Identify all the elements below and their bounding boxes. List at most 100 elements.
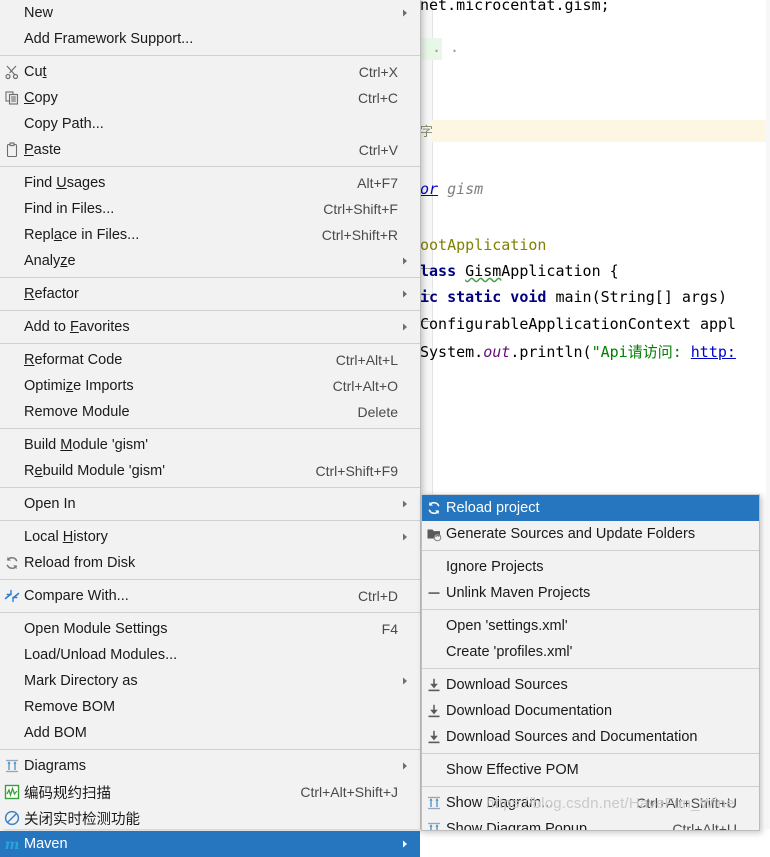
menu-item-open-settings-xml[interactable]: Open 'settings.xml' <box>422 613 759 639</box>
menu-item-shortcut: Ctrl+C <box>357 90 398 106</box>
menu-item-local-history[interactable]: Local History <box>0 524 420 550</box>
icon-placeholder <box>0 432 24 458</box>
menu-item-shortcut: F4 <box>381 621 398 637</box>
icon-placeholder <box>0 281 24 307</box>
menu-item-maven[interactable]: m Maven <box>0 831 420 857</box>
menu-item-add-bom[interactable]: Add BOM <box>0 720 420 746</box>
icon-placeholder <box>0 399 24 425</box>
menu-item-show-diagram[interactable]: Show Diagram... Ctrl+Alt+Shift+U <box>422 790 759 816</box>
code-line-annotation: ootApplication <box>420 236 547 254</box>
menu-item-reformat-code[interactable]: Reformat Code Ctrl+Alt+L <box>0 347 420 373</box>
menu-separator <box>0 749 420 750</box>
menu-item-copy-path[interactable]: Copy Path... <box>0 111 420 137</box>
menu-item-load-unload-modules[interactable]: Load/Unload Modules... <box>0 642 420 668</box>
maven-icon: m <box>0 831 24 857</box>
menu-item-unlink-maven-projects[interactable]: Unlink Maven Projects <box>422 580 759 606</box>
menu-item-label: Show Diagram Popup... <box>446 821 600 831</box>
project-context-menu: New Add Framework Support... Cut Ctrl+X Co… <box>0 0 421 857</box>
menu-item-rebuild-module-gism[interactable]: Rebuild Module 'gism' Ctrl+Shift+F9 <box>0 458 420 484</box>
menu-separator <box>422 668 759 669</box>
menu-separator <box>0 612 420 613</box>
icon-placeholder <box>0 314 24 340</box>
icon-placeholder <box>0 694 24 720</box>
menu-separator <box>422 550 759 551</box>
menu-item-show-effective-pom[interactable]: Show Effective POM <box>422 757 759 783</box>
menu-item-label: Analyze <box>24 253 76 269</box>
menu-item-create-profiles-xml[interactable]: Create 'profiles.xml' <box>422 639 759 665</box>
wave-icon <box>0 779 24 805</box>
menu-item-remove-module[interactable]: Remove Module Delete <box>0 399 420 425</box>
menu-item-label: Maven <box>24 836 68 852</box>
menu-item-label: Open 'settings.xml' <box>446 618 568 634</box>
menu-item-generate-sources-update-folders[interactable]: Generate Sources and Update Folders <box>422 521 759 547</box>
download-icon <box>422 698 446 724</box>
diagram-icon <box>0 753 24 779</box>
chevron-right-icon <box>398 839 412 849</box>
menu-item-shortcut: Ctrl+V <box>358 142 398 158</box>
menu-item-build-module-gism[interactable]: Build Module 'gism' <box>0 432 420 458</box>
menu-item-analyze[interactable]: Analyze <box>0 248 420 274</box>
menu-item-shortcut: Ctrl+Alt+L <box>335 352 398 368</box>
icon-placeholder <box>422 554 446 580</box>
menu-item-diagrams[interactable]: Diagrams <box>0 753 420 779</box>
menu-separator <box>422 609 759 610</box>
menu-item-label: Compare With... <box>24 588 129 604</box>
menu-item-download-sources[interactable]: Download Sources <box>422 672 759 698</box>
menu-item-cut[interactable]: Cut Ctrl+X <box>0 59 420 85</box>
menu-item-compare-with[interactable]: Compare With... Ctrl+D <box>0 583 420 609</box>
menu-item-find-usages[interactable]: Find Usages Alt+F7 <box>0 170 420 196</box>
menu-item-copy[interactable]: Copy Ctrl+C <box>0 85 420 111</box>
menu-item-reload-from-disk[interactable]: Reload from Disk <box>0 550 420 576</box>
code-line-package: net.microcentat.gism; <box>420 0 610 14</box>
menu-item-find-in-files[interactable]: Find in Files... Ctrl+Shift+F <box>0 196 420 222</box>
menu-item-label: Open Module Settings <box>24 621 168 637</box>
menu-item-label: Remove Module <box>24 404 130 420</box>
menu-item-label: Show Diagram... <box>446 795 554 811</box>
menu-item-label: Download Sources and Documentation <box>446 729 698 745</box>
menu-item-remove-bom[interactable]: Remove BOM <box>0 694 420 720</box>
icon-placeholder <box>422 639 446 665</box>
code-line-dots: . . <box>432 38 460 56</box>
menu-separator <box>0 310 420 311</box>
menu-item-open-in[interactable]: Open In <box>0 491 420 517</box>
menu-item-new[interactable]: New <box>0 0 420 26</box>
menu-item-ignore-projects[interactable]: Ignore Projects <box>422 554 759 580</box>
menu-item-download-documentation[interactable]: Download Documentation <box>422 698 759 724</box>
menu-item-label: Reload from Disk <box>24 555 136 571</box>
code-line-cn-char: 字 <box>420 125 434 140</box>
download-icon <box>422 672 446 698</box>
menu-item-download-sources-and-docs[interactable]: Download Sources and Documentation <box>422 724 759 750</box>
menu-item-optimize-imports[interactable]: Optimize Imports Ctrl+Alt+O <box>0 373 420 399</box>
menu-item-refactor[interactable]: Refactor <box>0 281 420 307</box>
menu-item-add-to-favorites[interactable]: Add to Favorites <box>0 314 420 340</box>
code-line-println: System.out.println("Api请访问: http: <box>420 343 736 361</box>
menu-item-shortcut: Ctrl+Alt+U <box>672 821 737 831</box>
menu-item-reload-project[interactable]: Reload project <box>422 495 759 521</box>
menu-item-label: Copy Path... <box>24 116 104 132</box>
menu-item-open-module-settings[interactable]: Open Module Settings F4 <box>0 616 420 642</box>
icon-placeholder <box>0 196 24 222</box>
menu-item-label: Diagrams <box>24 758 87 774</box>
menu-item-label: Download Sources <box>446 677 568 693</box>
svg-text:m: m <box>5 837 20 852</box>
menu-item-label: Generate Sources and Update Folders <box>446 526 696 542</box>
compare-icon <box>0 583 24 609</box>
menu-item-disable-realtime-check[interactable]: 关闭实时检测功能 <box>0 805 420 831</box>
refresh-icon-white <box>422 495 446 521</box>
menu-item-paste[interactable]: Paste Ctrl+V <box>0 137 420 163</box>
menu-item-label: Mark Directory as <box>24 673 138 689</box>
diagram-icon <box>422 790 446 816</box>
menu-item-mark-directory-as[interactable]: Mark Directory as <box>0 668 420 694</box>
menu-item-replace-in-files[interactable]: Replace in Files... Ctrl+Shift+R <box>0 222 420 248</box>
icon-placeholder <box>0 26 24 52</box>
minus-icon <box>422 580 446 606</box>
icon-placeholder <box>0 347 24 373</box>
menu-separator <box>0 487 420 488</box>
menu-separator <box>0 520 420 521</box>
menu-item-shortcut: Ctrl+X <box>358 64 398 80</box>
code-line-class-decl: lass GismApplication { <box>420 262 619 280</box>
menu-item-add-framework-support[interactable]: Add Framework Support... <box>0 26 420 52</box>
menu-item-label: Optimize Imports <box>24 378 134 394</box>
editor-scrollbar[interactable] <box>766 0 770 829</box>
menu-item-code-convention-scan[interactable]: 编码规约扫描 Ctrl+Alt+Shift+J <box>0 779 420 805</box>
